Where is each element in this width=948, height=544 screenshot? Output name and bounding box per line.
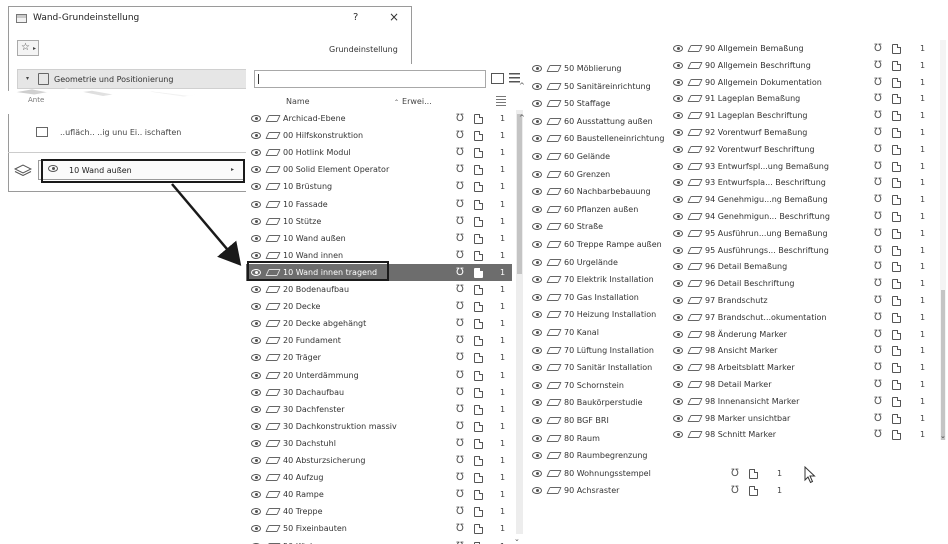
pointer-arrow bbox=[171, 183, 242, 266]
intersection-group-icon[interactable]: ℧ bbox=[731, 468, 739, 479]
wireframe-icon[interactable] bbox=[749, 468, 758, 479]
wireframe-icon[interactable] bbox=[749, 486, 758, 497]
pen-set-value: 1 bbox=[777, 468, 783, 478]
pen-set-value: 1 bbox=[777, 486, 783, 496]
mouse-cursor-icon bbox=[804, 466, 816, 484]
layer-row-attributes: ℧ 1 bbox=[727, 465, 797, 482]
intersection-group-icon[interactable]: ℧ bbox=[731, 485, 739, 496]
scroll-up-icon-col2[interactable]: ^ bbox=[519, 114, 525, 122]
layer-row-attributes: ℧ 1 bbox=[727, 482, 797, 499]
